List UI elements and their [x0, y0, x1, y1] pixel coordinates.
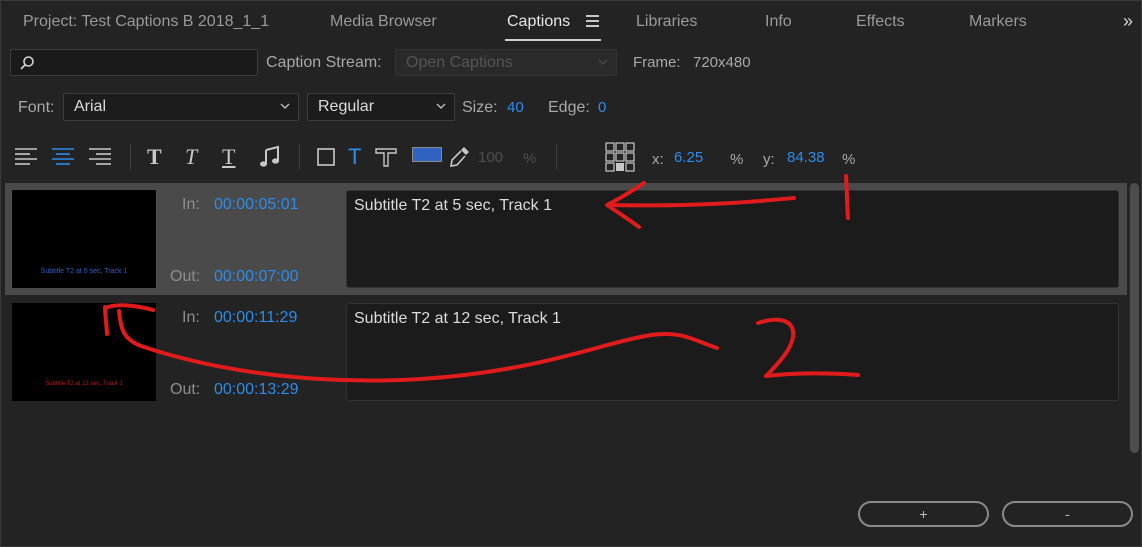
align-left-icon[interactable]	[14, 144, 38, 170]
eyedropper-icon[interactable]	[448, 144, 472, 170]
y-position-unit: %	[842, 151, 856, 168]
frame-label: Frame:	[633, 54, 681, 71]
x-position-label: x:	[652, 151, 664, 168]
edge-label: Edge:	[548, 99, 590, 116]
edge-value[interactable]: 0	[598, 99, 606, 116]
color-swatch[interactable]	[412, 147, 442, 162]
panel-tab-bar: Project: Test Captions B 2018_1_1 Media …	[1, 1, 1142, 45]
text-edge-icon[interactable]	[374, 144, 398, 170]
font-family-dropdown[interactable]: Arial	[63, 93, 299, 121]
search-input[interactable]	[39, 53, 249, 73]
caption-thumbnail: Subtitle T2 at 5 sec, Track 1	[12, 190, 156, 288]
scrollbar-thumb[interactable]	[1130, 183, 1139, 453]
chevron-down-icon	[598, 59, 608, 65]
out-timecode[interactable]: 00:00:07:00	[214, 268, 299, 286]
position-grid-icon[interactable]	[605, 142, 635, 172]
caption-list-scrollbar[interactable]	[1129, 183, 1140, 453]
align-center-icon[interactable]	[51, 144, 75, 170]
music-note-icon[interactable]	[259, 144, 281, 170]
text-color-icon[interactable]: T	[348, 144, 361, 170]
tab-effects[interactable]: Effects	[856, 13, 905, 31]
x-position-unit: %	[730, 151, 744, 168]
search-field[interactable]	[10, 49, 258, 76]
out-label: Out:	[170, 268, 201, 285]
font-style-value: Regular	[318, 98, 375, 115]
toolbar-separator	[130, 144, 131, 170]
caption-stream-dropdown[interactable]: Open Captions	[395, 49, 617, 76]
font-label: Font:	[18, 99, 55, 116]
tab-overflow-icon[interactable]: »	[1123, 11, 1133, 32]
active-tab-indicator	[505, 39, 601, 41]
in-label: In:	[182, 196, 200, 213]
caption-stream-value: Open Captions	[406, 54, 513, 71]
out-label: Out:	[170, 381, 201, 398]
tab-markers[interactable]: Markers	[969, 13, 1027, 31]
underline-icon[interactable]: T	[222, 144, 235, 170]
add-caption-button[interactable]: +	[858, 501, 989, 527]
x-position-value[interactable]: 6.25	[674, 149, 703, 166]
tab-libraries[interactable]: Libraries	[636, 13, 697, 31]
tab-media-browser[interactable]: Media Browser	[330, 13, 437, 31]
in-timecode[interactable]: 00:00:11:29	[214, 309, 297, 327]
y-position-label: y:	[763, 151, 775, 168]
background-color-icon[interactable]	[315, 144, 337, 170]
opacity-value[interactable]: 100	[478, 149, 503, 166]
in-timecode[interactable]: 00:00:05:01	[214, 196, 299, 214]
captions-panel: Project: Test Captions B 2018_1_1 Media …	[0, 0, 1142, 547]
tab-captions[interactable]: Captions	[507, 13, 570, 31]
caption-list: Subtitle T2 at 5 sec, Track 1 In: 00:00:…	[5, 183, 1127, 483]
caption-text-field[interactable]: Subtitle T2 at 12 sec, Track 1	[346, 303, 1119, 401]
font-style-dropdown[interactable]: Regular	[307, 93, 455, 121]
y-position-value[interactable]: 84.38	[787, 149, 825, 166]
frame-value: 720x480	[693, 54, 751, 71]
toolbar-separator	[299, 144, 300, 170]
italic-icon[interactable]: T	[185, 144, 197, 170]
caption-thumbnail: Subtitle T2 at 12 sec, Track 1	[12, 303, 156, 401]
thumbnail-caption-text: Subtitle T2 at 5 sec, Track 1	[40, 268, 128, 275]
font-family-value: Arial	[74, 98, 107, 115]
size-label: Size:	[462, 99, 498, 116]
out-timecode[interactable]: 00:00:13:29	[214, 381, 299, 399]
opacity-unit: %	[523, 150, 537, 167]
tab-info[interactable]: Info	[765, 13, 792, 31]
caption-row[interactable]: Subtitle T2 at 5 sec, Track 1 In: 00:00:…	[5, 183, 1127, 295]
caption-stream-label: Caption Stream:	[266, 54, 382, 71]
search-icon	[20, 56, 34, 70]
size-value[interactable]: 40	[507, 99, 524, 116]
chevron-down-icon	[280, 103, 290, 109]
thumbnail-caption-text: Subtitle T2 at 12 sec, Track 1	[45, 381, 123, 387]
caption-row[interactable]: Subtitle T2 at 12 sec, Track 1 In: 00:00…	[5, 296, 1127, 408]
toolbar-separator	[556, 144, 557, 170]
remove-caption-button[interactable]: -	[1002, 501, 1133, 527]
caption-text-field[interactable]: Subtitle T2 at 5 sec, Track 1	[346, 190, 1119, 288]
panel-menu-icon[interactable]	[586, 15, 599, 29]
chevron-down-icon	[436, 103, 446, 109]
in-label: In:	[182, 309, 200, 326]
tab-project[interactable]: Project: Test Captions B 2018_1_1	[23, 13, 269, 31]
align-right-icon[interactable]	[88, 144, 112, 170]
bold-icon[interactable]: T	[147, 144, 162, 170]
